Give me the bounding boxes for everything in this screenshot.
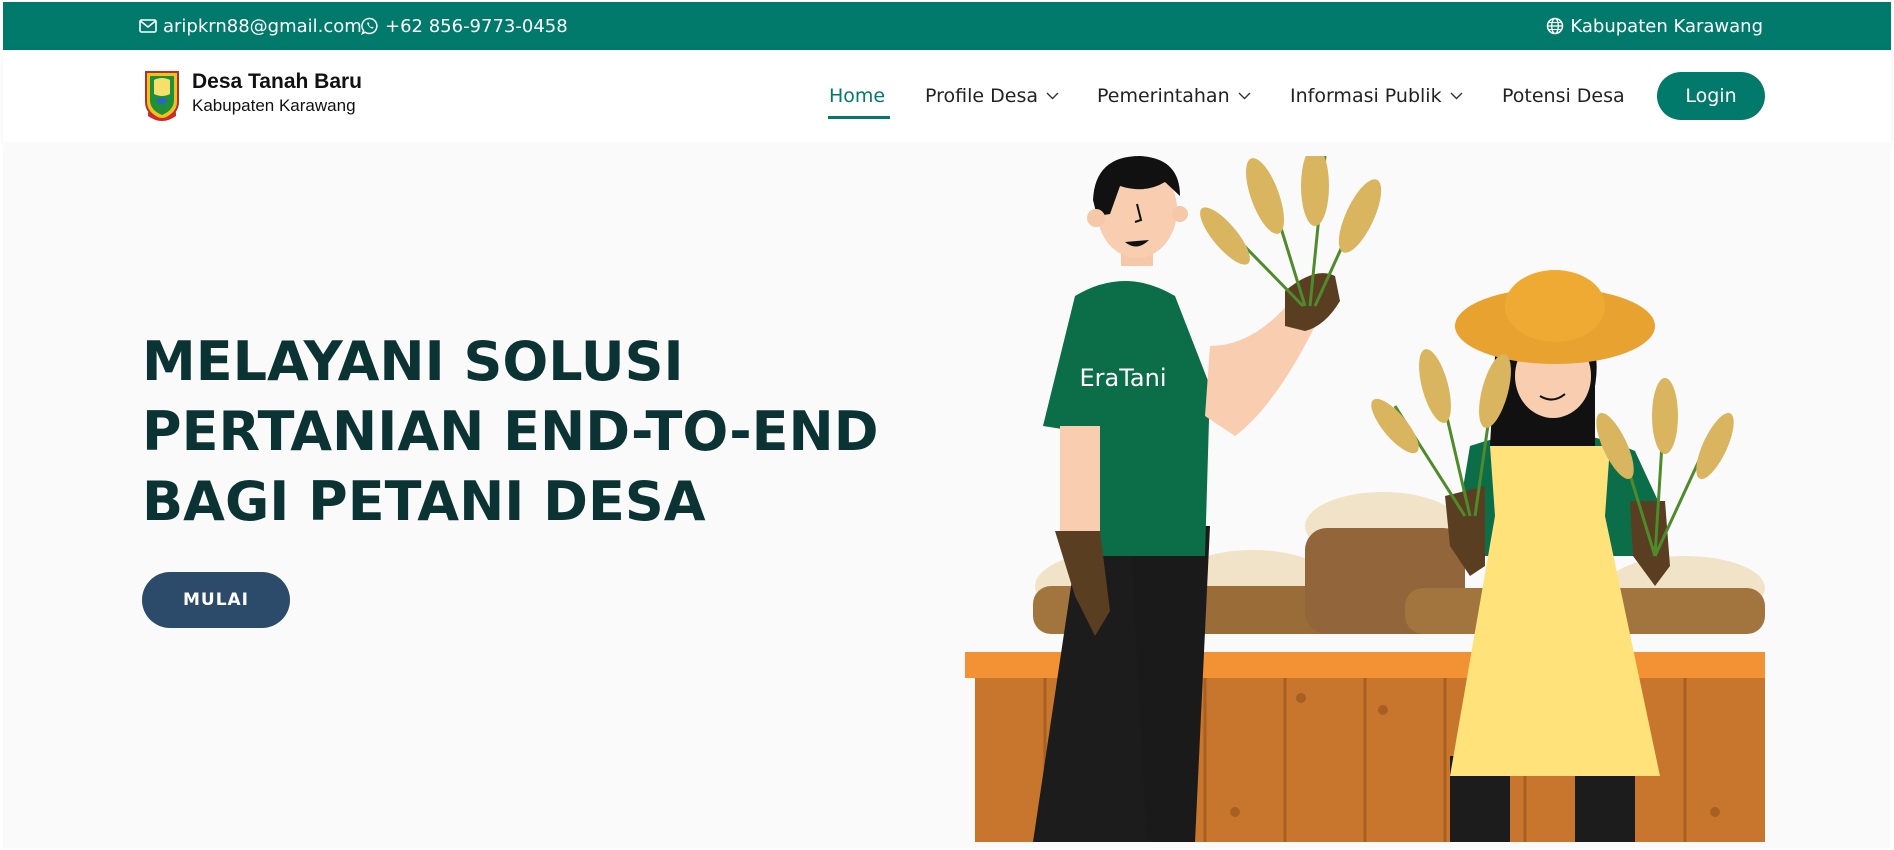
login-button[interactable]: Login bbox=[1657, 72, 1765, 120]
nav-home[interactable]: Home bbox=[829, 78, 885, 114]
farmers-illustration: EraTani bbox=[965, 156, 1765, 842]
envelope-icon bbox=[139, 19, 157, 33]
nav-informasi-publik[interactable]: Informasi Publik bbox=[1290, 78, 1463, 114]
chevron-down-icon bbox=[1238, 92, 1251, 100]
main-navbar: Desa Tanah Baru Kabupaten Karawang Home … bbox=[3, 50, 1891, 142]
nav-informasi-publik-label: Informasi Publik bbox=[1290, 85, 1442, 107]
active-nav-underline bbox=[828, 116, 890, 119]
shirt-logo: EraTani bbox=[1079, 364, 1166, 392]
nav-potensi-desa-label: Potensi Desa bbox=[1502, 85, 1625, 107]
chevron-down-icon bbox=[1046, 92, 1059, 100]
email-text: aripkrn88@gmail.com bbox=[163, 15, 362, 37]
site-subtitle: Kabupaten Karawang bbox=[192, 96, 356, 115]
top-contact-bar: aripkrn88@gmail.com +62 856-9773-0458 Ka… bbox=[3, 2, 1891, 50]
hero-title-line: BAGI PETANI DESA bbox=[142, 470, 706, 533]
hero-title-line: PERTANIAN END-TO-END bbox=[142, 400, 879, 463]
nav-pemerintahan-label: Pemerintahan bbox=[1097, 85, 1230, 107]
chevron-down-icon bbox=[1450, 92, 1463, 100]
rice-grains bbox=[1200, 156, 1382, 265]
nav-home-label: Home bbox=[829, 85, 886, 107]
phone-contact[interactable]: +62 856-9773-0458 bbox=[361, 2, 568, 50]
region-text: Kabupaten Karawang bbox=[1570, 15, 1763, 37]
whatsapp-icon bbox=[361, 17, 378, 35]
hero-title: MELAYANI SOLUSI PERTANIAN END-TO-END BAG… bbox=[142, 327, 879, 537]
nav-potensi-desa[interactable]: Potensi Desa bbox=[1502, 78, 1625, 114]
female-farmer bbox=[1445, 270, 1670, 842]
email-contact[interactable]: aripkrn88@gmail.com bbox=[139, 2, 362, 50]
nav-profile-desa-label: Profile Desa bbox=[925, 85, 1038, 107]
hero-title-line: MELAYANI SOLUSI bbox=[142, 330, 684, 393]
region-link[interactable]: Kabupaten Karawang bbox=[1546, 2, 1763, 50]
phone-text: +62 856-9773-0458 bbox=[385, 15, 568, 37]
karawang-emblem-logo[interactable] bbox=[142, 68, 182, 122]
site-title[interactable]: Desa Tanah Baru bbox=[192, 70, 362, 94]
nav-profile-desa[interactable]: Profile Desa bbox=[925, 78, 1059, 114]
nav-pemerintahan[interactable]: Pemerintahan bbox=[1097, 78, 1251, 114]
hero-section: MELAYANI SOLUSI PERTANIAN END-TO-END BAG… bbox=[3, 142, 1891, 848]
start-button[interactable]: MULAI bbox=[142, 572, 290, 628]
globe-icon bbox=[1547, 17, 1564, 35]
